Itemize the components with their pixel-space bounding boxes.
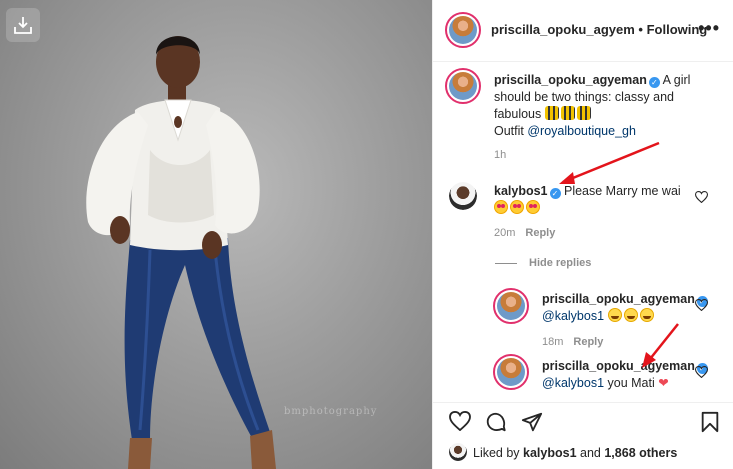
post-actions-bar: Liked by kalybos1 and 1,868 others [433,402,733,469]
comment-text: kalybos1 ✓ Please Marry me wai [494,183,704,217]
header-separator: • [638,22,643,37]
reply-meta: 18m Reply [542,336,603,348]
photo-watermark: bmphotography [284,406,378,417]
bee-emoji-icon [544,106,559,120]
reply-reply-button[interactable]: Reply [573,336,603,348]
header-username-row: priscilla_opoku_agyem • Following [491,22,707,37]
header-username[interactable]: priscilla_opoku_agyem [491,22,635,37]
share-paper-plane-icon[interactable] [521,411,543,433]
laughing-emoji-icon [639,308,654,322]
comments-section: priscilla_opoku_agyeman ✓ A girl should b… [433,62,733,402]
reply-like-heart-icon[interactable] [695,299,708,311]
red-annotation-arrow-icon [642,323,679,368]
verified-badge-icon: ✓ [648,77,660,88]
laughing-emoji-icon [623,308,638,322]
heart-eyes-emoji-icon [510,200,524,214]
outfit-mention-link[interactable]: @royalboutique_gh [527,124,636,138]
download-icon [14,17,32,34]
reply-like-heart-icon[interactable] [695,366,708,378]
likes-middle: and [576,446,605,460]
caption-avatar[interactable] [445,68,481,104]
post-sidebar: priscilla_opoku_agyem • Following ••• pr… [432,0,733,469]
caption-username[interactable]: priscilla_opoku_agyeman [494,73,647,87]
comment-like-heart-icon[interactable] [695,191,708,203]
download-button[interactable] [6,8,40,42]
caption-line-2: should be two things: classy and [494,90,674,104]
save-bookmark-icon[interactable] [700,411,720,433]
comment-username[interactable]: kalybos1 [494,184,548,198]
commenter-avatar[interactable] [449,182,477,210]
caption-outfit-prefix: Outfit [494,124,528,138]
reply-text: priscilla_opoku_agyeman ✓ @kalybos1 [542,291,712,325]
caption-line-1: A girl [659,73,691,87]
liker-avatar[interactable] [449,443,467,461]
heart-eyes-emoji-icon [526,200,540,214]
bee-emoji-icon [560,106,575,120]
reply-mention-link[interactable]: @kalybos1 [542,376,604,390]
caption-text: priscilla_opoku_agyeman ✓ A girl should b… [494,72,724,140]
hide-replies-divider [495,263,517,264]
reply-mention-link[interactable]: @kalybos1 [542,309,604,323]
likes-summary: Liked by kalybos1 and 1,868 others [473,446,677,460]
caption-time: 1h [494,149,507,161]
bee-emoji-icon [576,106,591,120]
model-figure [86,36,276,469]
comment-bubble-icon[interactable] [485,411,507,433]
heart-eyes-emoji-icon [494,200,508,214]
liker-username[interactable]: kalybos1 [523,446,577,460]
post-header: priscilla_opoku_agyem • Following ••• [433,0,733,62]
post-photo[interactable]: bmphotography [0,0,432,469]
hide-replies-button[interactable]: Hide replies [529,257,591,269]
caption-line-3: fabulous [494,107,542,121]
likes-count-button[interactable]: 1,868 others [604,446,677,460]
reply-body: you Mati [604,376,659,390]
reply-avatar[interactable] [493,288,529,324]
likes-prefix: Liked by [473,446,524,460]
reply-avatar[interactable] [493,354,529,390]
reply-text: priscilla_opoku_agyeman ✓ @kalybos1 you M… [542,358,712,392]
verified-badge-icon: ✓ [549,188,561,199]
reply-time: 18m [542,336,564,348]
like-heart-icon[interactable] [449,411,471,431]
red-annotation-arrow-icon [559,141,660,184]
reply-username[interactable]: priscilla_opoku_agyeman [542,292,695,306]
comment-time: 20m [494,227,516,239]
laughing-emoji-icon [607,308,622,322]
author-avatar[interactable] [445,12,481,48]
more-options-icon[interactable]: ••• [698,18,720,39]
comment-meta: 20m Reply [494,227,555,239]
comment-reply-button[interactable]: Reply [525,227,555,239]
red-heart-emoji-icon: ❤ [658,376,669,390]
